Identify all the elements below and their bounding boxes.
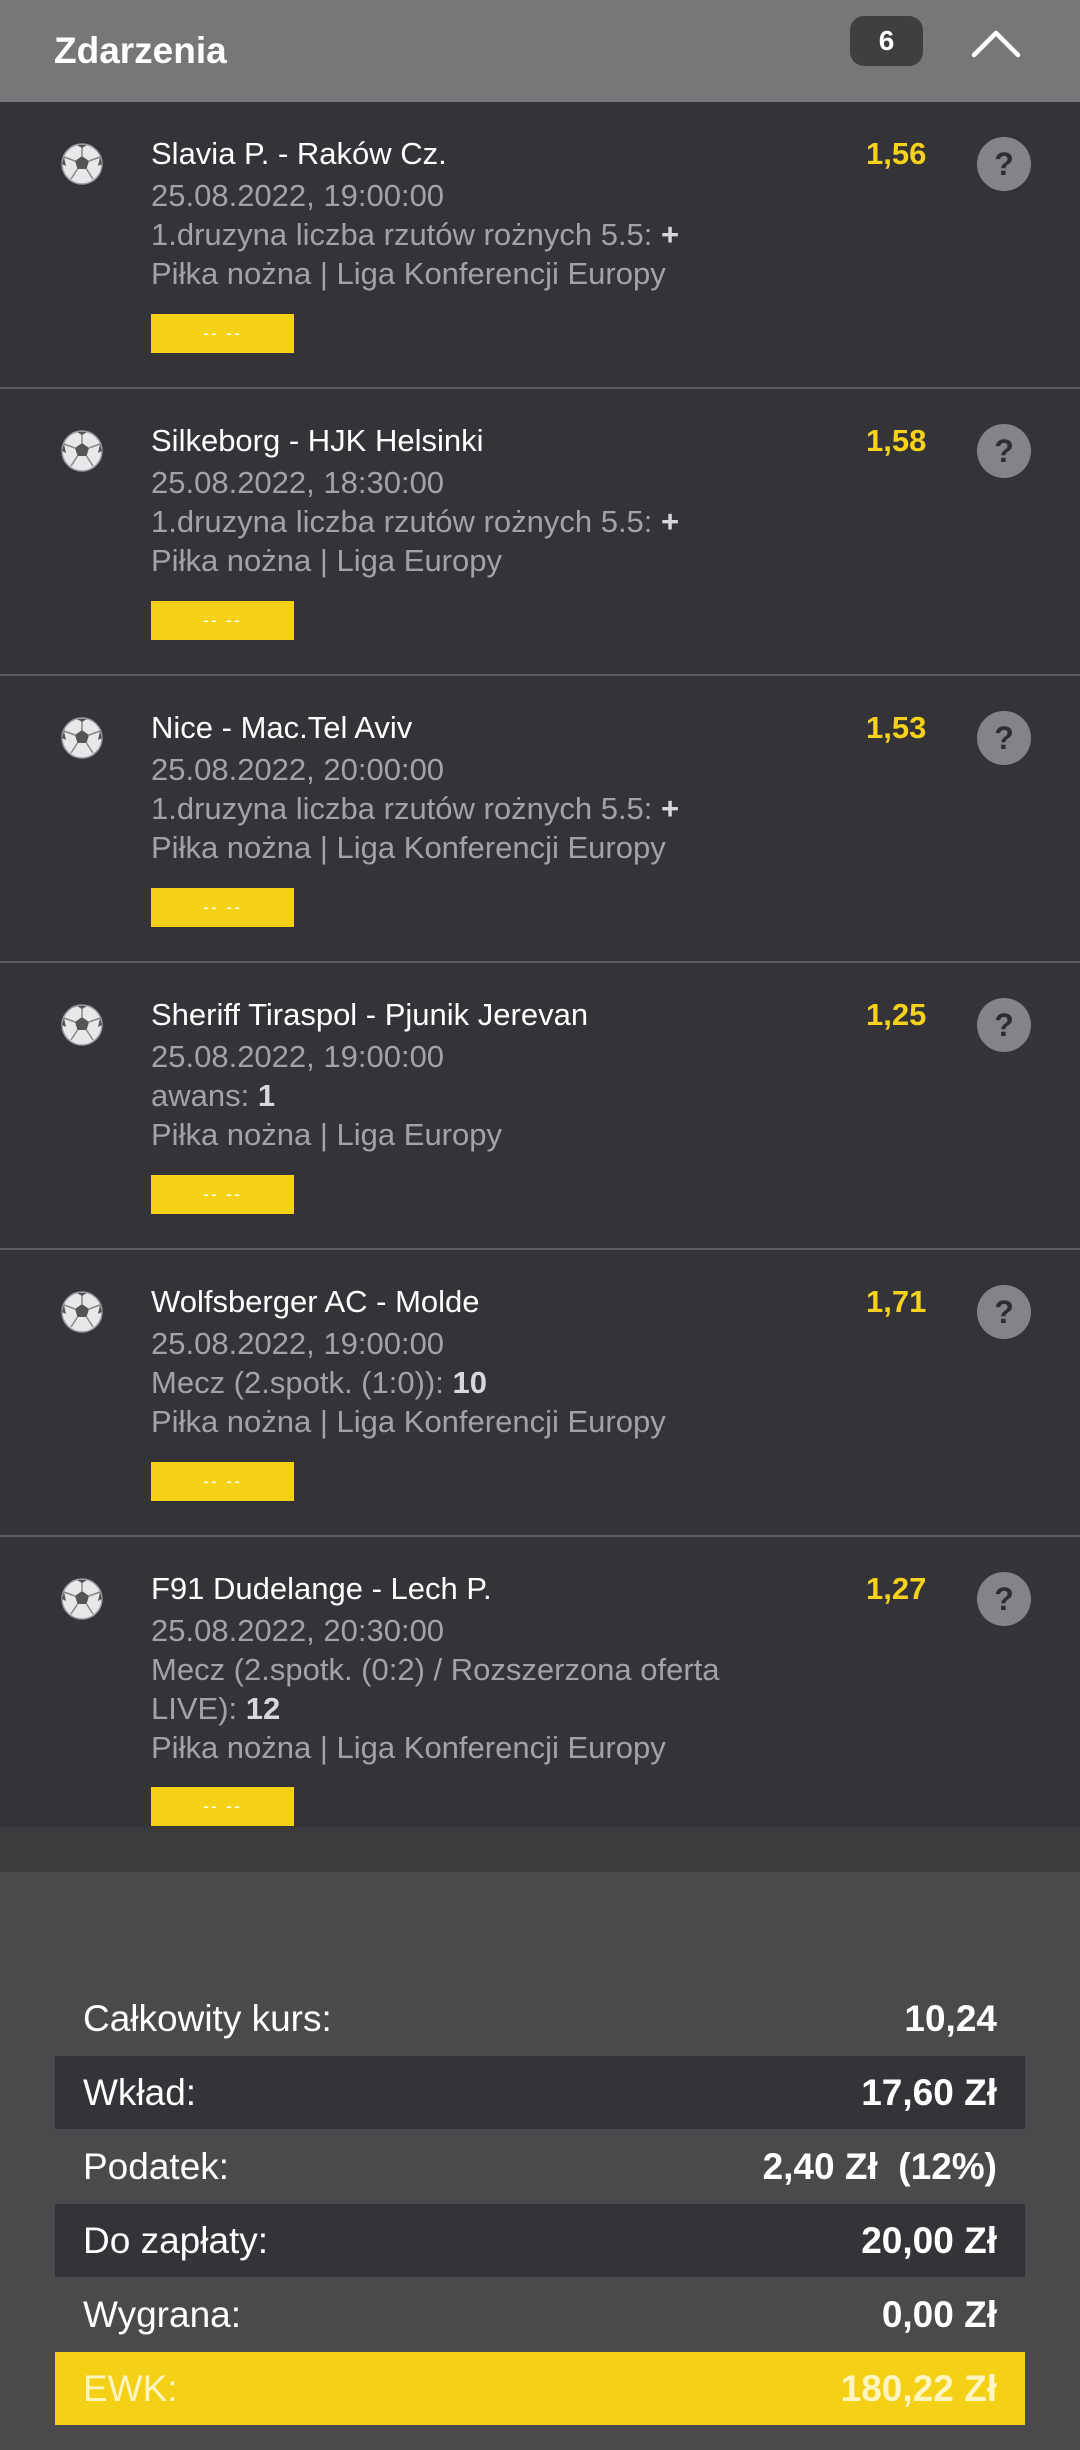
events-header[interactable]: Zdarzenia 6 xyxy=(0,0,1080,102)
event-teams: Sheriff Tiraspol - Pjunik Jerevan xyxy=(151,997,589,1032)
win-label: Wygrana: xyxy=(83,2293,242,2335)
tax-label: Podatek: xyxy=(83,2145,230,2187)
bet-label: LIVE): xyxy=(151,1691,238,1726)
bet-value: + xyxy=(661,504,680,539)
event-bet: Mecz (2.spotk. (0:2) / Rozszerzona ofert… xyxy=(151,1652,720,1687)
soccer-ball-icon xyxy=(60,1003,104,1047)
event-league: Piłka nożna | Liga Konferencji Europy xyxy=(151,1730,666,1765)
event-bet: 1.druzyna liczba rzutów rożnych 5.5: + xyxy=(151,791,679,827)
event-bet: 1.druzyna liczba rzutów rożnych 5.5: + xyxy=(151,217,679,253)
bet-label: 1.druzyna liczba rzutów rożnych 5.5: xyxy=(151,217,653,252)
event-status-tag: -- -- xyxy=(151,1175,294,1214)
to-pay-value: 20,00 Zł xyxy=(861,2219,997,2261)
total-odds-label: Całkowity kurs: xyxy=(83,1997,332,2039)
bet-summary: Całkowity kurs: 10,24 Wkład: 17,60 Zł Po… xyxy=(0,1872,1080,2450)
event-date: 25.08.2022, 20:30:00 xyxy=(151,1613,445,1648)
bet-label: awans: xyxy=(151,1078,250,1113)
event-odd: 1,53 xyxy=(866,710,927,745)
event-league: Piłka nożna | Liga Konferencji Europy xyxy=(151,1404,666,1439)
ewk-row: EWK: 180,22 Zł xyxy=(55,2352,1025,2425)
event-date: 25.08.2022, 19:00:00 xyxy=(151,1039,445,1074)
event-teams: Wolfsberger AC - Molde xyxy=(151,1284,480,1319)
event-date: 25.08.2022, 18:30:00 xyxy=(151,465,445,500)
question-icon[interactable]: ? xyxy=(977,424,1031,478)
soccer-ball-icon xyxy=(60,1290,104,1334)
event-teams: Silkeborg - HJK Helsinki xyxy=(151,423,484,458)
question-icon[interactable]: ? xyxy=(977,1285,1031,1339)
bet-value: 10 xyxy=(452,1365,487,1400)
event-status-tag: -- -- xyxy=(151,888,294,927)
soccer-ball-icon xyxy=(60,142,104,186)
event-bet: awans: 1 xyxy=(151,1078,275,1114)
stake-label: Wkład: xyxy=(83,2071,197,2113)
tax-value: 2,40 Zł (12%) xyxy=(762,2145,997,2187)
event-status-tag: -- -- xyxy=(151,1462,294,1501)
event-item[interactable]: F91 Dudelange - Lech P. 1,27 ? 25.08.202… xyxy=(0,1537,1080,1827)
ewk-value: 180,22 Zł xyxy=(840,2367,997,2409)
soccer-ball-icon xyxy=(60,429,104,473)
question-icon[interactable]: ? xyxy=(977,1572,1031,1626)
event-odd: 1,25 xyxy=(866,997,927,1032)
event-date: 25.08.2022, 19:00:00 xyxy=(151,178,445,213)
bet-label: 1.druzyna liczba rzutów rożnych 5.5: xyxy=(151,504,653,539)
event-bet: Mecz (2.spotk. (1:0)): 10 xyxy=(151,1365,487,1401)
win-row: Wygrana: 0,00 Zł xyxy=(55,2278,1025,2351)
soccer-ball-icon xyxy=(60,716,104,760)
question-icon[interactable]: ? xyxy=(977,137,1031,191)
bet-value: + xyxy=(661,791,680,826)
events-list: Slavia P. - Raków Cz. 1,56 ? 25.08.2022,… xyxy=(0,102,1080,1827)
event-item[interactable]: Nice - Mac.Tel Aviv 1,53 ? 25.08.2022, 2… xyxy=(0,676,1080,963)
event-odd: 1,56 xyxy=(866,136,927,171)
soccer-ball-icon xyxy=(60,1577,104,1621)
event-odd: 1,27 xyxy=(866,1571,927,1606)
to-pay-label: Do zapłaty: xyxy=(83,2219,269,2261)
event-status-tag: -- -- xyxy=(151,1787,294,1826)
event-teams: Slavia P. - Raków Cz. xyxy=(151,136,447,171)
event-status-tag: -- -- xyxy=(151,314,294,353)
events-count-badge: 6 xyxy=(850,16,923,66)
event-item[interactable]: Wolfsberger AC - Molde 1,71 ? 25.08.2022… xyxy=(0,1250,1080,1537)
event-bet: 1.druzyna liczba rzutów rożnych 5.5: + xyxy=(151,504,679,540)
bet-value: + xyxy=(661,217,680,252)
stake-row: Wkład: 17,60 Zł xyxy=(55,2056,1025,2129)
event-date: 25.08.2022, 19:00:00 xyxy=(151,1326,445,1361)
stake-value: 17,60 Zł xyxy=(861,2071,997,2113)
event-odd: 1,71 xyxy=(866,1284,927,1319)
event-league: Piłka nożna | Liga Konferencji Europy xyxy=(151,256,666,291)
bet-value: 12 xyxy=(245,1691,281,1726)
event-league: Piłka nożna | Liga Konferencji Europy xyxy=(151,830,666,865)
event-league: Piłka nożna | Liga Europy xyxy=(151,543,502,578)
to-pay-row: Do zapłaty: 20,00 Zł xyxy=(55,2204,1025,2277)
chevron-up-icon[interactable] xyxy=(966,18,1026,68)
event-item[interactable]: Sheriff Tiraspol - Pjunik Jerevan 1,25 ?… xyxy=(0,963,1080,1250)
question-icon[interactable]: ? xyxy=(977,998,1031,1052)
bet-value: 1 xyxy=(257,1078,276,1113)
win-value: 0,00 Zł xyxy=(881,2293,997,2335)
total-odds-row: Całkowity kurs: 10,24 xyxy=(55,1982,1025,2055)
event-date: 25.08.2022, 20:00:00 xyxy=(151,752,445,787)
total-odds-value: 10,24 xyxy=(904,1997,997,2039)
event-odd: 1,58 xyxy=(866,423,927,458)
event-teams: Nice - Mac.Tel Aviv xyxy=(151,710,413,745)
event-item[interactable]: Silkeborg - HJK Helsinki 1,58 ? 25.08.20… xyxy=(0,389,1080,676)
event-status-tag: -- -- xyxy=(151,601,294,640)
event-item[interactable]: Slavia P. - Raków Cz. 1,56 ? 25.08.2022,… xyxy=(0,102,1080,389)
event-league: Piłka nożna | Liga Europy xyxy=(151,1117,502,1152)
event-teams: F91 Dudelange - Lech P. xyxy=(151,1571,492,1606)
bet-label: 1.druzyna liczba rzutów rożnych 5.5: xyxy=(151,791,653,826)
ewk-label: EWK: xyxy=(83,2367,178,2409)
bet-label: Mecz (2.spotk. (1:0)): xyxy=(151,1365,444,1400)
header-title: Zdarzenia xyxy=(54,30,227,71)
event-bet-continued: LIVE): 12 xyxy=(151,1691,280,1727)
tax-row: Podatek: 2,40 Zł (12%) xyxy=(55,2130,1025,2203)
question-icon[interactable]: ? xyxy=(977,711,1031,765)
